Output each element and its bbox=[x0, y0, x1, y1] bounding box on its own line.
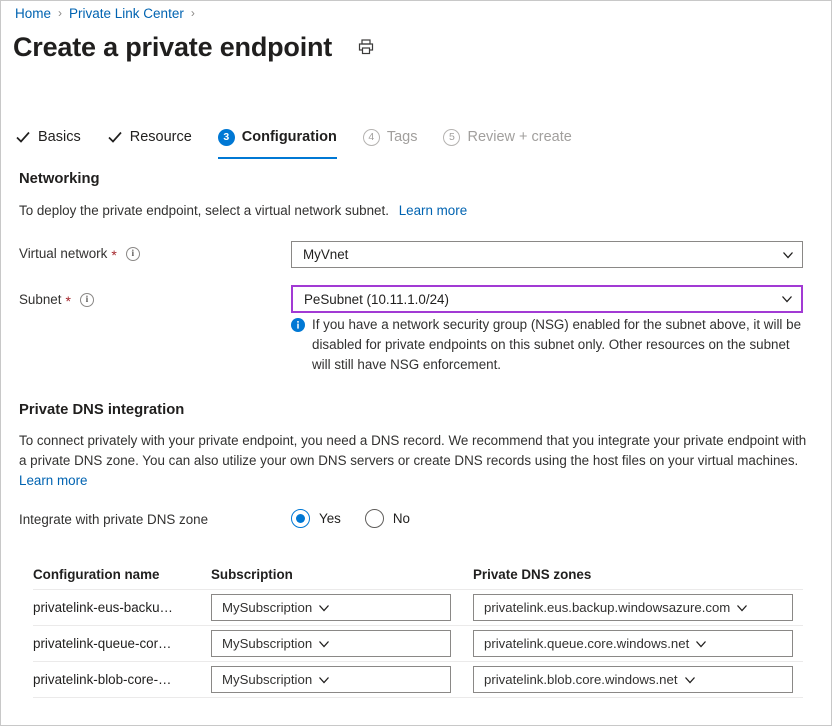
dns-zone-dropdown[interactable]: privatelink.queue.core.windows.net bbox=[473, 630, 793, 657]
private-dns-learn-more-link[interactable]: Learn more bbox=[19, 473, 87, 488]
table-header-row: Configuration name Subscription Private … bbox=[33, 559, 803, 590]
networking-heading: Networking bbox=[19, 171, 100, 187]
column-header-configuration-name: Configuration name bbox=[33, 566, 160, 582]
integrate-dns-zone-label-text: Integrate with private DNS zone bbox=[19, 512, 209, 527]
printer-glyph bbox=[358, 39, 374, 55]
tab-review-create[interactable]: 5 Review + create bbox=[443, 121, 572, 155]
private-dns-heading: Private DNS integration bbox=[19, 402, 185, 418]
subnet-label: Subnet * i bbox=[19, 292, 94, 309]
dns-zone-dropdown[interactable]: privatelink.eus.backup.windowsazure.com bbox=[473, 594, 793, 621]
virtual-network-label-text: Virtual network bbox=[19, 246, 108, 261]
chevron-down-icon bbox=[696, 640, 707, 647]
table-row: privatelink-queue-cor… MySubscription pr… bbox=[33, 626, 803, 662]
tab-resource[interactable]: Resource bbox=[107, 121, 192, 155]
networking-learn-more-link[interactable]: Learn more bbox=[399, 203, 467, 218]
chevron-down-icon bbox=[319, 640, 330, 647]
subnet-value: PeSubnet (10.11.1.0/24) bbox=[304, 291, 449, 307]
subscription-dropdown[interactable]: MySubscription bbox=[211, 630, 451, 657]
virtual-network-label: Virtual network * i bbox=[19, 246, 140, 263]
private-dns-zones-table: Configuration name Subscription Private … bbox=[33, 559, 803, 698]
tab-tags-step-badge: 4 bbox=[362, 128, 380, 146]
subnet-info-icon[interactable]: i bbox=[79, 292, 94, 307]
breadcrumb-item-home[interactable]: Home bbox=[15, 6, 51, 21]
nsg-info-callout: If you have a network security group (NS… bbox=[291, 315, 811, 375]
radio-yes-label: Yes bbox=[319, 511, 341, 526]
check-icon bbox=[108, 131, 122, 143]
page-title: Create a private endpoint bbox=[13, 32, 333, 62]
subscription-value: MySubscription bbox=[222, 672, 313, 687]
radio-no[interactable]: No bbox=[364, 509, 410, 528]
tab-tags[interactable]: 4 Tags bbox=[362, 121, 418, 155]
required-asterisk: * bbox=[65, 292, 71, 309]
breadcrumb-separator-trailing-icon: › bbox=[190, 5, 195, 20]
chevron-down-icon bbox=[684, 676, 695, 683]
chevron-down-icon bbox=[783, 251, 793, 258]
radio-yes[interactable]: Yes bbox=[291, 509, 341, 528]
chevron-down-icon bbox=[737, 604, 748, 611]
private-dns-description-text: To connect privately with your private e… bbox=[19, 433, 807, 468]
subscription-value: MySubscription bbox=[222, 600, 313, 615]
chevron-down-icon bbox=[319, 604, 330, 611]
tab-tags-label: Tags bbox=[386, 129, 418, 145]
table-row: privatelink-blob-core-… MySubscription p… bbox=[33, 662, 803, 698]
title-row: Create a private endpoint bbox=[13, 30, 378, 64]
radio-no-label: No bbox=[392, 511, 410, 526]
subnet-label-text: Subnet bbox=[19, 292, 62, 307]
subscription-dropdown[interactable]: MySubscription bbox=[211, 594, 451, 621]
column-header-subscription: Subscription bbox=[211, 566, 293, 582]
virtual-network-value: MyVnet bbox=[303, 247, 349, 262]
tab-basics[interactable]: Basics bbox=[15, 121, 81, 155]
radio-no-circle bbox=[364, 509, 384, 528]
subnet-dropdown[interactable]: PeSubnet (10.11.1.0/24) bbox=[291, 285, 803, 313]
tab-configuration[interactable]: 3 Configuration bbox=[217, 121, 337, 159]
dns-zone-value: privatelink.blob.core.windows.net bbox=[484, 672, 678, 687]
virtual-network-info-icon[interactable]: i bbox=[125, 246, 140, 261]
cell-configuration-name: privatelink-eus-backu… bbox=[33, 600, 173, 615]
nsg-info-text: If you have a network security group (NS… bbox=[312, 317, 802, 372]
tab-review-create-step-badge: 5 bbox=[443, 128, 461, 146]
required-asterisk: * bbox=[111, 246, 117, 263]
cell-configuration-name: privatelink-queue-cor… bbox=[33, 636, 172, 651]
cell-configuration-name: privatelink-blob-core-… bbox=[33, 672, 172, 687]
breadcrumb-separator-icon: › bbox=[58, 5, 63, 20]
dns-zone-value: privatelink.eus.backup.windowsazure.com bbox=[484, 600, 731, 615]
radio-yes-dot bbox=[296, 514, 305, 523]
printer-icon[interactable] bbox=[354, 35, 378, 59]
column-header-private-dns-zones: Private DNS zones bbox=[473, 566, 592, 582]
integrate-dns-zone-label: Integrate with private DNS zone bbox=[19, 512, 208, 527]
breadcrumb-item-private-link-center[interactable]: Private Link Center bbox=[69, 6, 184, 21]
networking-description: To deploy the private endpoint, select a… bbox=[19, 201, 719, 221]
tab-configuration-label: Configuration bbox=[241, 129, 337, 145]
check-icon bbox=[16, 131, 30, 143]
private-dns-description: To connect privately with your private e… bbox=[19, 431, 809, 491]
virtual-network-dropdown[interactable]: MyVnet bbox=[291, 241, 803, 268]
tab-review-create-label: Review + create bbox=[467, 129, 572, 145]
tab-resource-label: Resource bbox=[129, 129, 192, 145]
breadcrumb: Home › Private Link Center › bbox=[15, 5, 202, 22]
radio-yes-circle bbox=[291, 509, 310, 528]
dns-zone-value: privatelink.queue.core.windows.net bbox=[484, 636, 690, 651]
create-private-endpoint-page: Home › Private Link Center › Create a pr… bbox=[0, 0, 832, 726]
integrate-dns-zone-radio-group: Yes No bbox=[291, 509, 434, 528]
tab-configuration-step-badge: 3 bbox=[217, 128, 235, 146]
chevron-down-icon bbox=[782, 296, 792, 303]
wizard-tabs: Basics Resource 3 Configuration 4 Tags 5… bbox=[15, 121, 598, 159]
table-row: privatelink-eus-backu… MySubscription pr… bbox=[33, 590, 803, 626]
subscription-dropdown[interactable]: MySubscription bbox=[211, 666, 451, 693]
networking-description-text: To deploy the private endpoint, select a… bbox=[19, 203, 389, 218]
chevron-down-icon bbox=[319, 676, 330, 683]
tab-basics-label: Basics bbox=[38, 129, 81, 145]
subscription-value: MySubscription bbox=[222, 636, 313, 651]
dns-zone-dropdown[interactable]: privatelink.blob.core.windows.net bbox=[473, 666, 793, 693]
info-filled-icon bbox=[291, 318, 305, 332]
